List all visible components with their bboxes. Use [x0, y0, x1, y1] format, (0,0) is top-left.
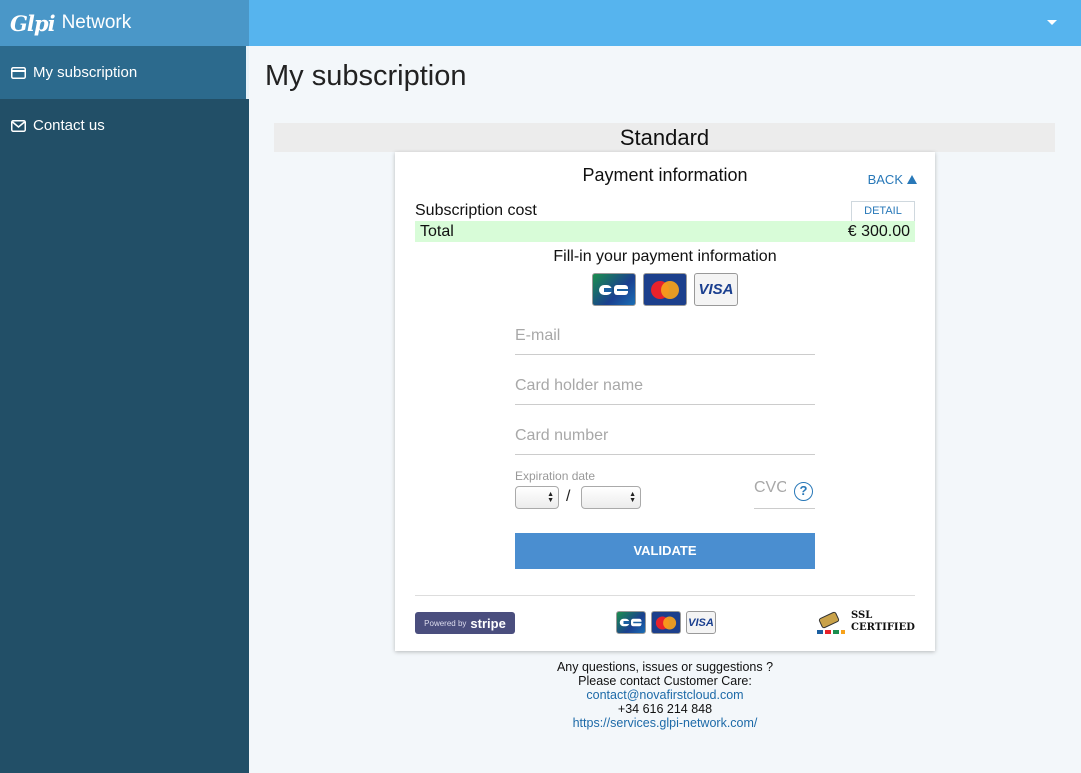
sidebar-item-my-subscription[interactable]: My subscription: [0, 46, 249, 99]
payment-card: Payment information BACK Subscription co…: [395, 152, 935, 651]
expiration-month-select[interactable]: ▲ ▼: [515, 486, 559, 509]
mastercard-icon: [651, 611, 681, 634]
email-input[interactable]: [515, 327, 815, 345]
contact-phone: +34 616 214 848: [617, 702, 713, 716]
card-number-field[interactable]: [515, 427, 815, 455]
ssl-text: SSL CERTIFIED: [851, 610, 915, 634]
footer-line2: Please contact Customer Care:: [578, 674, 752, 688]
mastercard-icon: [643, 273, 687, 306]
expiration-separator: /: [566, 488, 571, 505]
validate-button[interactable]: VALIDATE: [515, 533, 815, 569]
select-arrows-icon: ▲ ▼: [629, 491, 636, 504]
cb-card-icon: [592, 273, 636, 306]
back-label: BACK: [867, 172, 903, 187]
cb-card-icon: [616, 611, 646, 634]
card-number-input[interactable]: [515, 427, 815, 445]
ssl-certified-badge: SSL CERTIFIED: [816, 608, 916, 638]
envelope-icon: [11, 118, 26, 133]
accepted-cards: VISA: [592, 273, 738, 306]
services-url-link[interactable]: https://services.glpi-network.com/: [395, 716, 935, 730]
page-title: My subscription: [265, 60, 467, 92]
contact-footer: Any questions, issues or suggestions ? P…: [395, 660, 935, 730]
contact-email-link[interactable]: contact@novafirstcloud.com: [395, 688, 935, 702]
brand[interactable]: Glpi Network: [0, 0, 249, 46]
card-holder-input[interactable]: [515, 377, 815, 395]
card-holder-field[interactable]: [515, 377, 815, 405]
powered-by-label: Powered by: [424, 618, 467, 628]
triangle-up-icon: [907, 175, 917, 184]
glpi-logo: Glpi: [10, 10, 56, 36]
sidebar: Glpi Network My subscription Contact us: [0, 0, 249, 773]
help-icon[interactable]: ?: [794, 482, 813, 501]
visa-icon: VISA: [686, 611, 716, 634]
ssl-line1: SSL: [851, 610, 873, 621]
plan-name: Standard: [274, 123, 1055, 152]
stripe-logo: stripe: [470, 615, 506, 631]
cvc-input[interactable]: [754, 479, 786, 497]
email-field[interactable]: [515, 327, 815, 355]
brand-name: Network: [61, 12, 132, 33]
select-arrows-icon: ▲ ▼: [547, 491, 554, 504]
ssl-line2: CERTIFIED: [851, 622, 915, 633]
total-value: € 300.00: [847, 222, 910, 240]
sidebar-item-label: Contact us: [33, 117, 105, 134]
fill-in-label: Fill-in your payment information: [553, 248, 777, 265]
powered-by-stripe-badge[interactable]: Powered by stripe: [415, 612, 515, 634]
expiration-label: Expiration date: [515, 469, 596, 483]
accepted-cards-small: VISA: [616, 611, 716, 634]
topbar: [249, 0, 1081, 46]
divider: [415, 595, 915, 596]
footer-line1: Any questions, issues or suggestions ?: [556, 660, 774, 674]
ssl-padlock-icon: [817, 611, 845, 634]
credit-card-icon: [11, 65, 26, 80]
visa-icon: VISA: [694, 273, 738, 306]
total-row: Total € 300.00: [415, 221, 915, 242]
payment-title: Payment information: [582, 165, 748, 185]
sidebar-item-contact-us[interactable]: Contact us: [0, 99, 249, 152]
sidebar-item-label: My subscription: [33, 64, 138, 81]
subscription-cost-label: Subscription cost: [415, 202, 537, 219]
total-label: Total: [420, 222, 454, 240]
cvc-field[interactable]: ?: [754, 479, 815, 509]
detail-button[interactable]: DETAIL: [851, 201, 915, 222]
back-button[interactable]: BACK: [868, 172, 917, 187]
expiration-year-select[interactable]: ▲ ▼: [581, 486, 641, 509]
caret-down-icon[interactable]: [1047, 20, 1057, 25]
